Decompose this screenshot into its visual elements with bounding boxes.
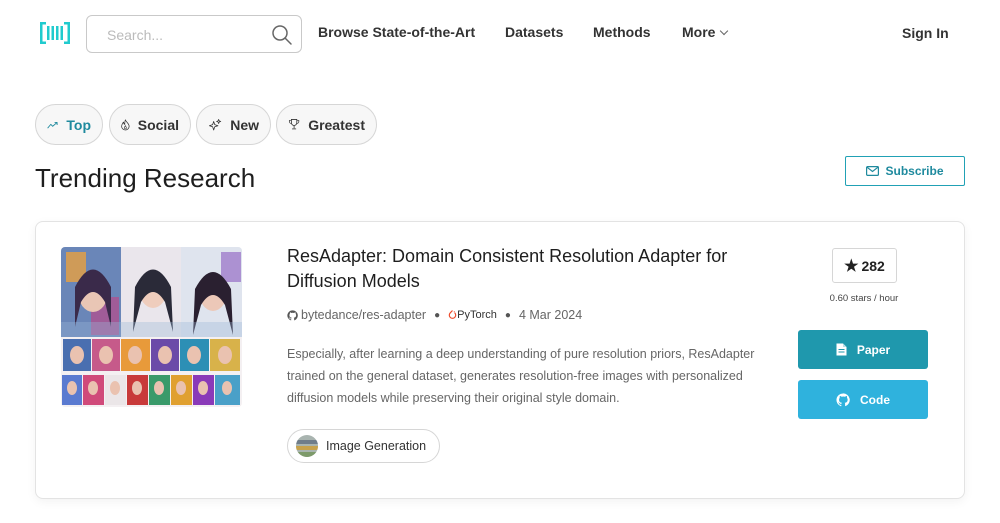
task-tag-image-generation[interactable]: Image Generation: [287, 429, 441, 463]
paper-meta: bytedance/res-adapter ● PyTorch ● 4 Mar …: [287, 308, 582, 322]
pytorch-icon: [448, 310, 457, 319]
stars-per-hour: 0.60 stars / hour: [829, 293, 899, 304]
github-icon: [836, 392, 850, 406]
sign-in-link[interactable]: Sign In: [902, 25, 949, 41]
top-navbar: Browse State-of-the-Art Datasets Methods…: [0, 0, 1000, 68]
task-thumbnail-icon: [296, 435, 318, 457]
separator-dot: ●: [434, 309, 441, 321]
filter-greatest-label: Greatest: [308, 116, 365, 133]
framework-label: PyTorch: [457, 309, 497, 321]
search-box[interactable]: [86, 15, 302, 53]
sparkles-icon: [209, 118, 222, 130]
trending-up-icon: [47, 121, 58, 128]
framework-badge: PyTorch: [448, 309, 497, 321]
subscribe-button[interactable]: Subscribe: [845, 156, 965, 186]
stars-count-badge: ★ 282: [832, 248, 897, 283]
separator-dot: ●: [504, 309, 511, 321]
github-icon: [287, 309, 298, 320]
paper-date: 4 Mar 2024: [518, 308, 583, 322]
nav-more-label: More: [682, 24, 716, 40]
paper-thumbnail-image[interactable]: [61, 247, 242, 407]
paper-card: ResAdapter: Domain Consistent Resolution…: [35, 221, 965, 499]
paper-abstract: Especially, after learning a deep unders…: [287, 347, 755, 405]
stars-count: 282: [861, 257, 885, 274]
file-icon: [836, 343, 847, 356]
nav-more-dropdown[interactable]: More: [682, 24, 729, 40]
filter-social[interactable]: Social: [109, 104, 191, 145]
trophy-icon: [288, 119, 300, 130]
papers-with-code-logo[interactable]: [40, 20, 70, 46]
code-button-label: Code: [860, 392, 890, 407]
paper-button[interactable]: Paper: [798, 330, 928, 369]
repo-link[interactable]: bytedance/res-adapter: [301, 308, 426, 322]
subscribe-label: Subscribe: [885, 164, 944, 178]
filter-top-label: Top: [66, 116, 91, 133]
nav-browse-sota[interactable]: Browse State-of-the-Art: [318, 24, 475, 40]
nav-methods[interactable]: Methods: [593, 24, 651, 40]
nav-datasets[interactable]: Datasets: [505, 24, 563, 40]
star-icon: ★: [844, 257, 859, 275]
page-title: Trending Research: [35, 163, 256, 193]
search-input[interactable]: [107, 25, 257, 45]
search-icon[interactable]: [271, 24, 293, 46]
paper-button-label: Paper: [856, 342, 891, 357]
flame-icon: [121, 118, 130, 130]
chevron-down-icon: [720, 26, 729, 36]
filter-new-label: New: [230, 116, 259, 133]
task-tag-label: Image Generation: [326, 439, 427, 453]
code-button[interactable]: Code: [798, 380, 928, 419]
paper-title-link[interactable]: ResAdapter: Domain Consistent Resolution…: [287, 244, 767, 294]
filter-top[interactable]: Top: [35, 104, 103, 145]
envelope-icon: [866, 166, 880, 176]
filter-new[interactable]: New: [196, 104, 271, 145]
filter-greatest[interactable]: Greatest: [276, 104, 377, 145]
filter-social-label: Social: [137, 116, 179, 133]
